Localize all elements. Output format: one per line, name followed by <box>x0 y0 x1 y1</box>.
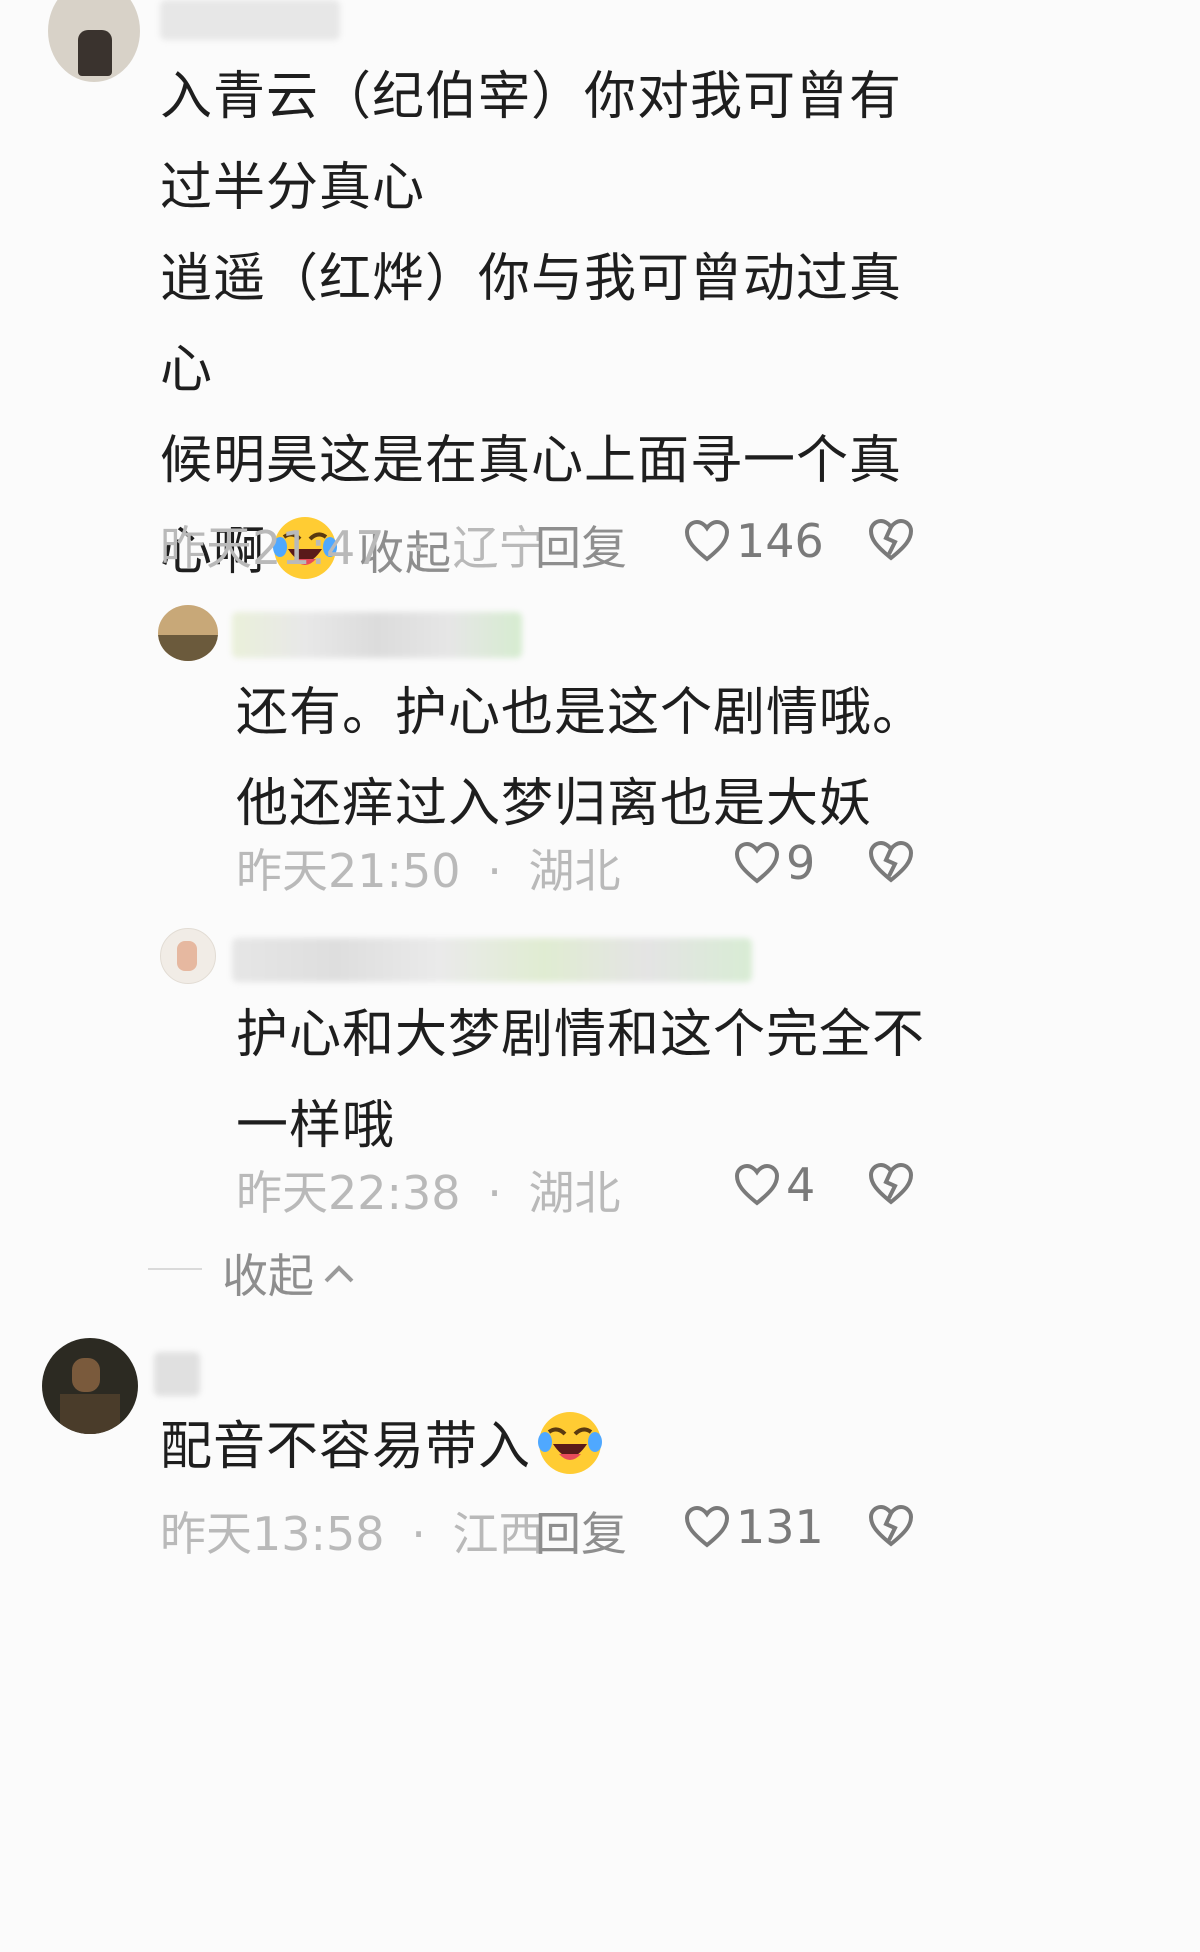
meta-separator: · <box>487 1166 502 1220</box>
username-blurred[interactable] <box>154 1352 200 1396</box>
comment-line: 护心和大梦剧情和这个完全不 <box>236 1005 926 1065</box>
heart-icon <box>734 841 780 884</box>
comment-line: 入青云（纪伯宰）你对我可曾有 <box>160 67 903 127</box>
comment-line: 候明昊这是在真心上面寻一个真 <box>160 431 903 491</box>
timestamp: 昨天21:47 <box>160 521 385 575</box>
like-count: 131 <box>736 1500 824 1554</box>
like-count: 146 <box>736 514 824 568</box>
timestamp: 昨天21:50 <box>236 844 461 898</box>
comment-meta: 昨天22:38 · 湖北 <box>236 1157 620 1223</box>
reply-button[interactable]: 回复 <box>535 1498 627 1564</box>
comment-meta: 昨天21:47 · 辽宁 <box>160 512 544 578</box>
thread-collapse-button[interactable]: 收起 <box>222 1240 356 1306</box>
comment-line: 过半分真心 <box>160 158 426 218</box>
like-button[interactable]: 146 <box>684 514 824 568</box>
avatar[interactable] <box>48 0 140 82</box>
heart-icon <box>684 1505 730 1548</box>
location: 湖北 <box>528 1166 621 1220</box>
location: 湖北 <box>528 844 621 898</box>
like-button[interactable]: 9 <box>734 836 815 890</box>
dislike-button[interactable] <box>868 1162 914 1210</box>
broken-heart-icon <box>868 1504 914 1547</box>
comment-line-last: 配音不容易带入 <box>160 1402 603 1505</box>
comment-line-text: 配音不容易带入 <box>160 1417 532 1477</box>
comment-text: 配音不容易带入 <box>160 1402 603 1505</box>
comment-text: 还有。护心也是这个剧情哦。 他还痒过入梦归离也是大妖 <box>236 668 925 850</box>
username-blurred[interactable] <box>160 0 340 40</box>
broken-heart-icon <box>868 1162 914 1205</box>
meta-separator: · <box>411 521 426 575</box>
dislike-button[interactable] <box>868 518 914 566</box>
comment-line: 还有。护心也是这个剧情哦。 <box>236 683 926 743</box>
timestamp: 昨天13:58 <box>160 1507 385 1561</box>
thread-collapse-divider <box>148 1268 202 1270</box>
heart-icon <box>734 1163 780 1206</box>
heart-icon <box>684 519 730 562</box>
avatar[interactable] <box>158 605 218 661</box>
username-blurred[interactable] <box>232 938 752 982</box>
chevron-up-icon <box>324 1265 354 1283</box>
broken-heart-icon <box>868 518 914 561</box>
reply-button[interactable]: 回复 <box>535 512 627 578</box>
like-count: 9 <box>786 836 816 890</box>
meta-separator: · <box>487 844 502 898</box>
comment-line: 逍遥（红烨）你与我可曾动过真 <box>160 249 903 309</box>
dislike-button[interactable] <box>868 1504 914 1552</box>
like-count: 4 <box>786 1158 816 1212</box>
comment-text: 护心和大梦剧情和这个完全不 一样哦 <box>236 990 925 1172</box>
broken-heart-icon <box>868 840 914 883</box>
like-button[interactable]: 131 <box>684 1500 824 1554</box>
username-blurred[interactable] <box>232 612 522 658</box>
comment-line: 心 <box>160 340 214 400</box>
timestamp: 昨天22:38 <box>236 1166 461 1220</box>
location: 江西 <box>452 1507 545 1561</box>
avatar[interactable] <box>160 928 216 984</box>
grinning-squinting-tears-emoji-icon <box>537 1410 603 1505</box>
like-button[interactable]: 4 <box>734 1158 815 1212</box>
comment-meta: 昨天13:58 · 江西 <box>160 1498 544 1564</box>
dislike-button[interactable] <box>868 840 914 888</box>
meta-separator: · <box>411 1507 426 1561</box>
thread-collapse-label: 收起 <box>222 1249 314 1303</box>
location: 辽宁 <box>452 521 545 575</box>
comment-meta: 昨天21:50 · 湖北 <box>236 835 620 901</box>
avatar[interactable] <box>42 1338 138 1434</box>
